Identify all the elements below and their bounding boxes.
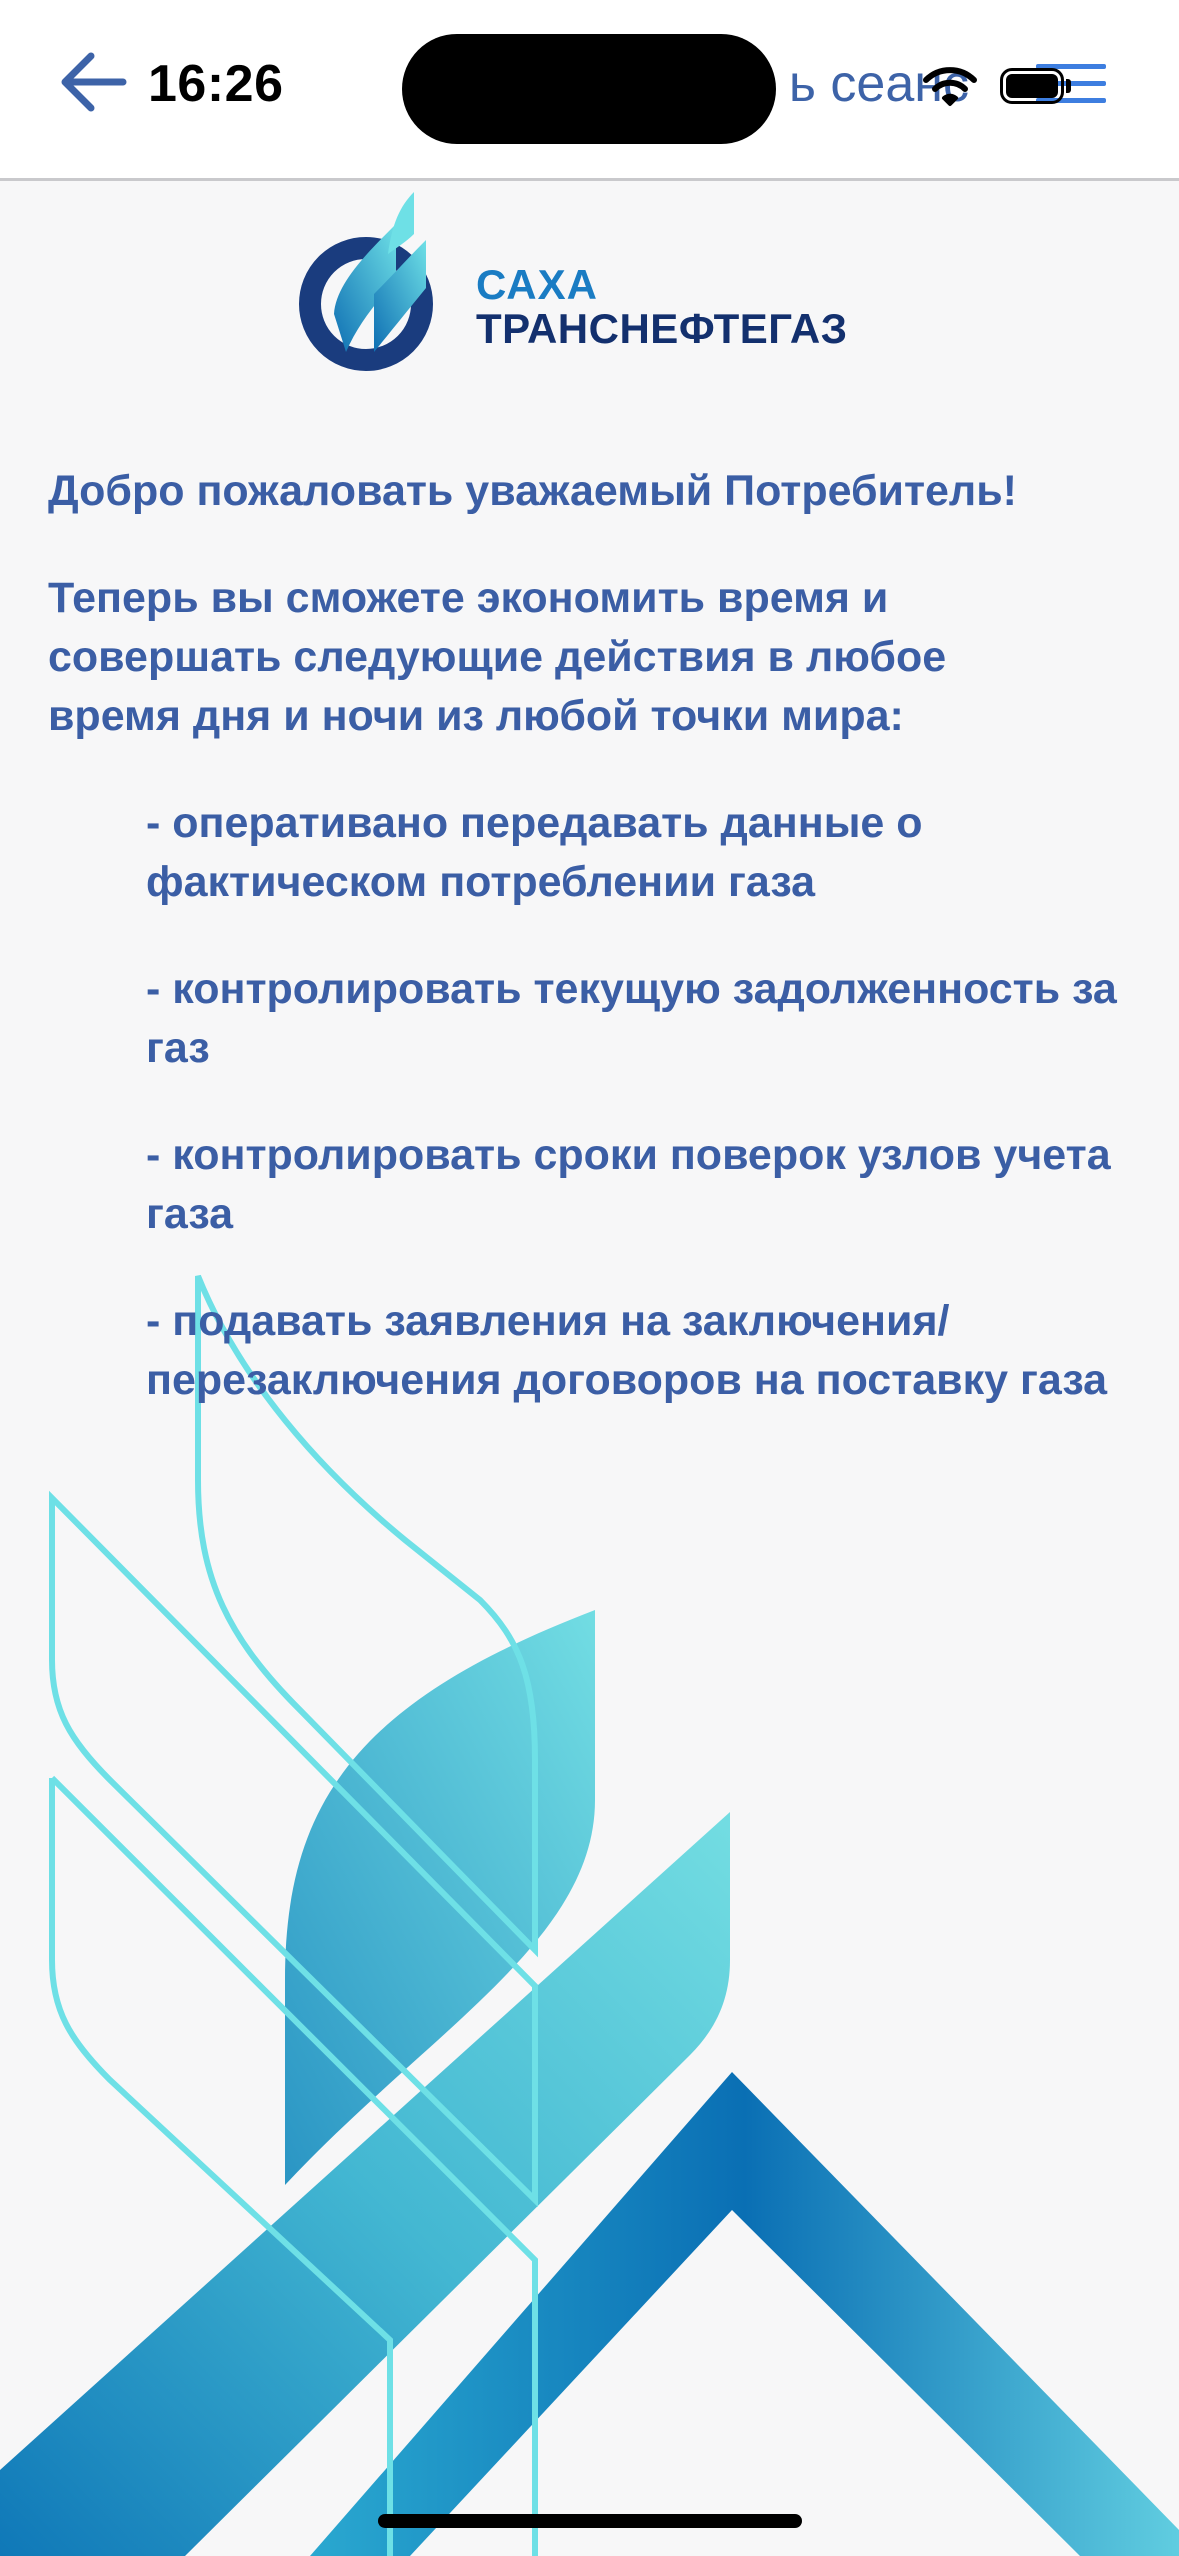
intro-text: Теперь вы сможете экономить время и сове… xyxy=(48,574,947,740)
battery-icon xyxy=(1000,68,1064,104)
home-indicator[interactable] xyxy=(378,2514,802,2528)
logo-line-2: ТРАНСНЕФТЕГАЗ xyxy=(476,305,848,352)
welcome-content: Добро пожаловать уважаемый Потребитель! … xyxy=(48,462,1179,1458)
bullet-item: - оперативано передавать данные о фактич… xyxy=(146,799,923,906)
bullet-item: - контролировать текущую задолженность з… xyxy=(146,965,1117,1072)
wifi-icon xyxy=(923,67,977,106)
dynamic-island xyxy=(402,34,776,144)
back-arrow-icon xyxy=(61,52,127,112)
logo-line-1: САХА xyxy=(476,261,598,308)
company-logo: САХА ТРАНСНЕФТЕГАЗ xyxy=(296,184,896,384)
battery-nub xyxy=(1066,79,1071,93)
bullet-item: - подавать заявления на заключения/перез… xyxy=(146,1297,1108,1404)
status-time: 16:26 xyxy=(148,55,284,113)
company-logo-icon xyxy=(299,192,433,371)
welcome-heading: Добро пожаловать уважаемый Потребитель! xyxy=(48,467,1017,515)
back-button[interactable] xyxy=(52,42,132,122)
bullet-item: - контролировать сроки поверок узлов уче… xyxy=(146,1131,1111,1238)
